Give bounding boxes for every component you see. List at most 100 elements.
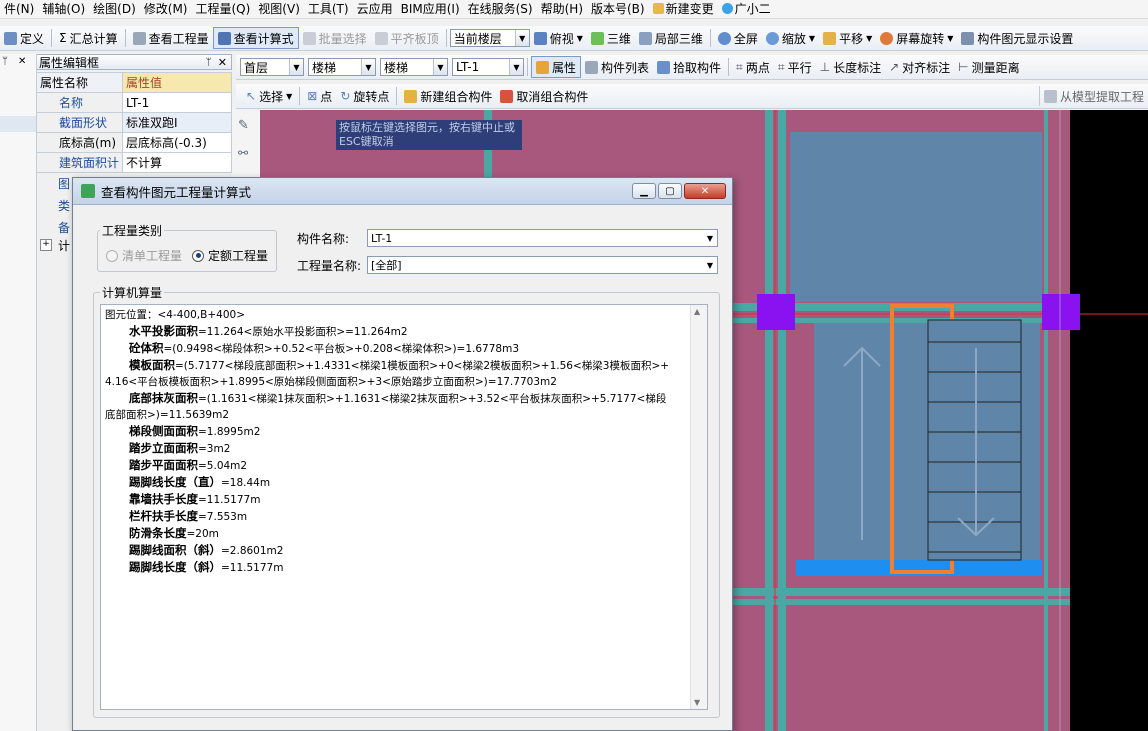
scroll-up-icon[interactable]: ▲: [694, 307, 700, 316]
cancel-group-label: 取消组合构件: [516, 89, 589, 104]
dock-selected-row[interactable]: [0, 116, 36, 132]
menu-item[interactable]: BIM应用(I): [397, 0, 464, 18]
prop-value[interactable]: LT-1: [122, 92, 232, 113]
menu-item[interactable]: 在线服务(S): [464, 0, 537, 18]
main-toolbar: 定义 Σ 汇总计算 查看工程量 查看计算式 批量选择 平齐板顶 当前楼层 ▼ 俯视 ▼…: [0, 26, 1148, 51]
close-button[interactable]: ✕: [684, 183, 726, 199]
new-group-button[interactable]: 新建组合构件: [400, 86, 496, 106]
expand-icon[interactable]: +: [40, 239, 52, 251]
formula-expression: =(1.1631<梯梁1抹灰面积>+1.1631<梯梁2抹灰面积>+3.52<平…: [198, 393, 667, 405]
formula-dialog: 查看构件图元工程量计算式 ▁ ▢ ✕ 工程量类别 清单工程量 定额工程量 构件名…: [72, 177, 733, 731]
view-quantity-button[interactable]: 查看工程量: [129, 28, 213, 48]
menu-item[interactable]: 绘图(D): [89, 0, 140, 18]
table-row[interactable]: 截面形状 标准双跑I: [35, 112, 232, 133]
sum-label: 汇总计算: [69, 31, 118, 46]
vertical-scrollbar[interactable]: ▲ ▼: [690, 305, 707, 709]
sum-button[interactable]: Σ 汇总计算: [55, 28, 122, 48]
scroll-down-icon[interactable]: ▼: [694, 698, 700, 707]
dialog-titlebar[interactable]: 查看构件图元工程量计算式 ▁ ▢ ✕: [73, 178, 732, 205]
pin-icon[interactable]: ᛘ: [206, 57, 212, 68]
menu-bar: 件(N) 辅轴(O) 绘图(D) 修改(M) 工程量(Q) 视图(V) 工具(T…: [0, 0, 1148, 19]
table-row[interactable]: 建筑面积计 不计算: [35, 152, 232, 173]
prop-value[interactable]: 层底标高(-0.3): [122, 132, 232, 153]
parallel-button[interactable]: ⌗ 平行: [774, 57, 816, 77]
align-dim-label: 对齐标注: [902, 60, 951, 75]
local-3d-button[interactable]: 局部三维: [635, 28, 707, 48]
pan-button[interactable]: 平移 ▼: [819, 28, 876, 48]
display-settings-button[interactable]: 构件图元显示设置: [957, 28, 1077, 48]
formula-quantity-name: 踢脚线长度（直）: [129, 475, 221, 489]
category-select[interactable]: 楼梯 ▼: [308, 58, 376, 76]
member-name-select[interactable]: LT-1 ▼: [367, 229, 718, 247]
member-list-button[interactable]: 构件列表: [581, 57, 653, 77]
formula-expression: =3m2: [198, 443, 231, 455]
three-d-button[interactable]: 三维: [587, 28, 635, 48]
link-icon[interactable]: ⚯: [238, 146, 248, 160]
align-slab-button[interactable]: 平齐板顶: [371, 28, 443, 48]
rotate-point-icon: ↻: [340, 89, 351, 103]
menu-item[interactable]: 帮助(H): [537, 0, 587, 18]
menu-item[interactable]: 修改(M): [140, 0, 192, 18]
menu-item[interactable]: 视图(V): [254, 0, 304, 18]
menu-item[interactable]: 工程量(Q): [191, 0, 254, 18]
close-icon[interactable]: ✕: [218, 56, 227, 69]
formula-line: 梯段侧面面积=1.8995m2: [105, 423, 685, 440]
menu-item-assistant[interactable]: 广小二: [718, 0, 775, 18]
pin-icon[interactable]: ᛘ: [2, 56, 8, 67]
category-value: 楼梯: [312, 60, 337, 75]
rotate-point-button[interactable]: ↻ 旋转点: [336, 86, 393, 106]
menu-item[interactable]: 辅轴(O): [38, 0, 89, 18]
align-dim-button[interactable]: ↗ 对齐标注: [885, 57, 954, 77]
rotate-screen-button[interactable]: 屏幕旋转 ▼: [876, 28, 957, 48]
menu-item[interactable]: 云应用: [353, 0, 397, 18]
close-icon[interactable]: ✕: [18, 56, 26, 67]
view-formula-icon: [217, 31, 231, 45]
zoom-button[interactable]: 缩放 ▼: [762, 28, 819, 48]
pencil-icon[interactable]: ✎: [238, 118, 249, 133]
prop-value[interactable]: 不计算: [122, 152, 232, 173]
type-select[interactable]: 楼梯 ▼: [380, 58, 448, 76]
define-button[interactable]: 定义: [0, 28, 48, 48]
minimize-button[interactable]: ▁: [632, 183, 656, 199]
parallel-label: 平行: [787, 60, 812, 75]
radio-quota[interactable]: 定额工程量: [192, 247, 268, 264]
menu-item-new-change[interactable]: 新建变更: [649, 0, 718, 18]
prop-name: 名称: [35, 92, 124, 113]
radio-bill-label: 清单工程量: [122, 249, 183, 263]
select-button[interactable]: ↖ 选择 ▼: [242, 86, 296, 106]
menu-item[interactable]: 件(N): [0, 0, 38, 18]
two-points-button[interactable]: ⌗ 两点: [732, 57, 774, 77]
radio-bill[interactable]: 清单工程量: [106, 247, 182, 264]
zoom-label: 缩放: [781, 31, 806, 46]
qty-name-select[interactable]: [全部] ▼: [367, 256, 718, 274]
menu-item[interactable]: 工具(T): [304, 0, 353, 18]
formula-textarea[interactable]: 图元位置：<4-400,B+400> 水平投影面积=11.264<原始水平投影面积…: [100, 304, 708, 710]
two-points-icon: ⌗: [736, 59, 743, 74]
prop-name: 计: [58, 239, 71, 253]
formula-line: 模板面积=(5.7177<梯段底部面积>+1.4331<梯梁1模板面积>+0<梯…: [105, 357, 685, 374]
formula-expression: =5.04m2: [198, 460, 248, 472]
prop-value[interactable]: 标准双跑I: [122, 112, 232, 133]
properties-button[interactable]: 属性: [531, 56, 582, 78]
batch-select-button[interactable]: 批量选择: [299, 28, 371, 48]
maximize-button[interactable]: ▢: [658, 183, 682, 199]
extract-from-model-button[interactable]: 从模型提取工程: [1038, 86, 1148, 106]
cancel-group-button[interactable]: 取消组合构件: [496, 86, 592, 106]
member-select[interactable]: LT-1 ▼: [452, 58, 524, 76]
menu-item[interactable]: 版本号(B): [587, 0, 649, 18]
floor-select[interactable]: 首层 ▼: [240, 58, 304, 76]
type-value: 楼梯: [384, 60, 409, 75]
pick-member-button[interactable]: 拾取构件: [653, 57, 725, 77]
chevron-down-icon: ▼: [361, 59, 375, 75]
table-row[interactable]: 名称 LT-1: [35, 92, 232, 113]
top-view-button[interactable]: 俯视 ▼: [530, 28, 587, 48]
measure-button[interactable]: ⊢ 测量距离: [954, 57, 1023, 77]
length-dim-button[interactable]: ⊥ 长度标注: [816, 57, 885, 77]
view-formula-button[interactable]: 查看计算式: [212, 27, 299, 49]
point-button[interactable]: ⊠ 点: [303, 86, 336, 106]
three-d-label: 三维: [606, 31, 631, 46]
chevron-down-icon: ▼: [706, 233, 713, 243]
current-floor-select[interactable]: 当前楼层 ▼: [449, 29, 530, 47]
fullscreen-button[interactable]: 全屏: [714, 28, 762, 48]
table-row[interactable]: 底标高(m) 层底标高(-0.3): [35, 132, 232, 153]
